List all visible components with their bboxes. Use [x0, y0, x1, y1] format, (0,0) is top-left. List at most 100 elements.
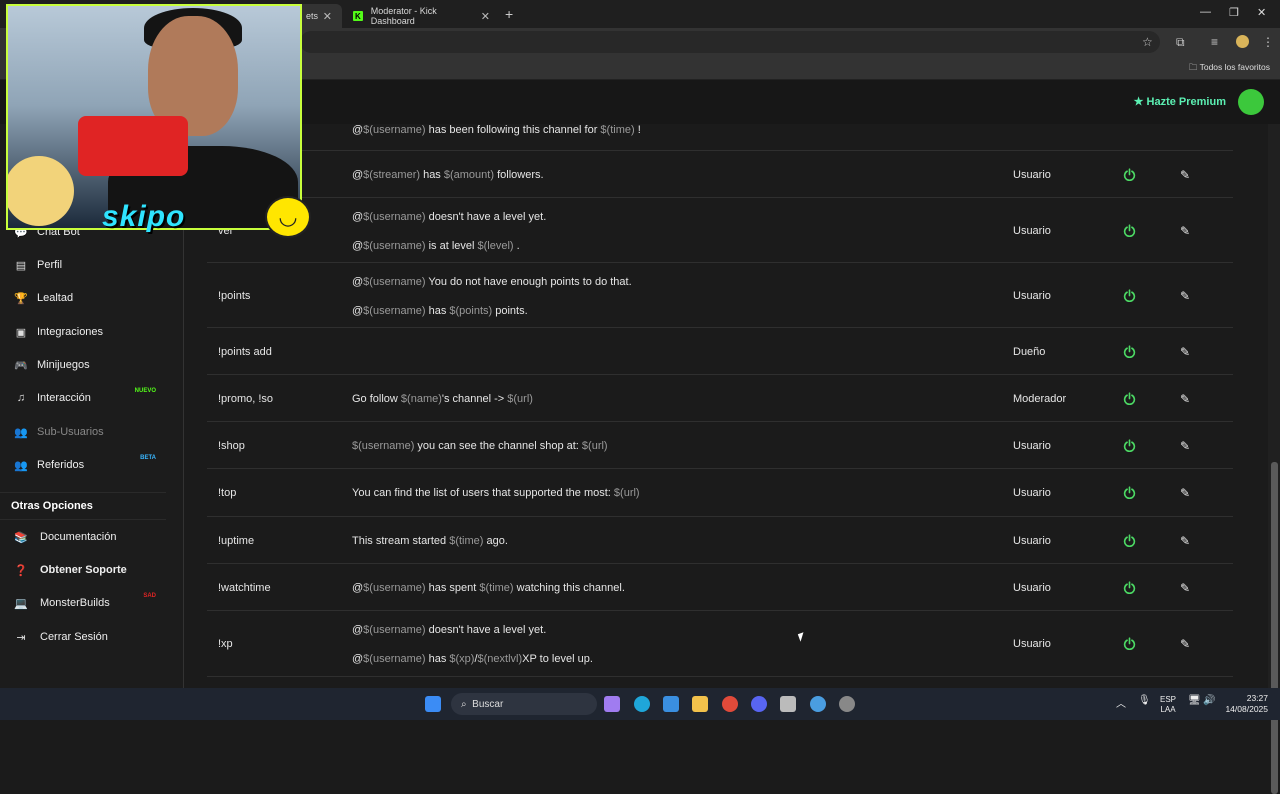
url-input[interactable] [300, 31, 1160, 53]
response-text: XP to level up. [522, 653, 593, 665]
sidebar-option[interactable]: 💻 MonsterBuilds SAD [0, 591, 166, 615]
sidebar-option[interactable]: ❓ Obtener Soporte [0, 558, 166, 582]
app-icon[interactable] [780, 696, 796, 712]
chrome-icon[interactable] [722, 696, 738, 712]
command-name: !shop [218, 439, 245, 452]
response-text: . [513, 240, 520, 252]
sidebar-item-label: Interacción [37, 392, 91, 404]
network-icon[interactable]: 🖥 [1188, 695, 1201, 706]
help-icon: ❓ [14, 564, 28, 577]
language-indicator[interactable]: ESP LAA [1160, 695, 1176, 715]
power-toggle-icon[interactable] [1123, 486, 1136, 499]
sidebar-item[interactable]: 🏆 Lealtad [0, 286, 166, 310]
power-toggle-icon[interactable] [1123, 344, 1136, 358]
power-toggle-icon[interactable] [1123, 580, 1136, 594]
sidebar-item[interactable]: ▣ Integraciones [0, 320, 166, 344]
edit-icon[interactable]: ✎ [1180, 534, 1190, 548]
sidebar-option[interactable]: 📚 Documentación [0, 525, 166, 549]
user-avatar[interactable] [1238, 89, 1264, 115]
command-response: @$(username) doesn't have a level yet. [352, 624, 546, 636]
command-role: Usuario [1013, 289, 1051, 302]
folder-icon[interactable] [692, 696, 708, 712]
referral-icon: 👥 [14, 459, 28, 472]
edit-icon[interactable]: ✎ [1180, 168, 1190, 182]
edit-icon[interactable]: ✎ [1180, 637, 1190, 651]
edit-icon[interactable]: ✎ [1180, 439, 1190, 453]
command-role: Moderador [1013, 392, 1067, 405]
table-row: !top You can find the list of users that … [207, 469, 1233, 517]
table-row: !xp @$(username) doesn't have a level yet… [207, 611, 1233, 677]
command-response: @$(streamer) has $(amount) followers. [352, 169, 544, 181]
edit-icon[interactable]: ✎ [1180, 486, 1190, 500]
lang-line-1: ESP [1160, 695, 1177, 704]
integrations-icon: ▣ [15, 326, 27, 339]
command-name: !watchtime [218, 581, 271, 594]
response-variable: $(url) [507, 392, 533, 405]
edge-icon[interactable] [634, 696, 650, 712]
edit-icon[interactable]: ✎ [1180, 289, 1190, 303]
tray-chevron-icon[interactable]: ︿ [1116, 695, 1126, 710]
menu-icon[interactable]: ⋮ [1262, 35, 1274, 49]
command-role: Usuario [1013, 638, 1051, 650]
command-response: You can find the list of users that supp… [352, 487, 640, 499]
response-variable: $(username) [363, 653, 426, 665]
store-icon[interactable] [663, 696, 679, 712]
edit-icon[interactable]: ✎ [1180, 581, 1190, 595]
new-tab-button[interactable]: + [505, 6, 513, 22]
profile-avatar-icon[interactable] [1236, 35, 1249, 48]
copilot-icon[interactable] [604, 696, 620, 712]
edit-icon[interactable]: ✎ [1180, 224, 1190, 238]
sidebar-item[interactable]: 👥 Referidos BETA [0, 453, 166, 477]
power-toggle-icon[interactable] [1123, 438, 1136, 452]
close-tab-icon[interactable]: ✕ [323, 10, 332, 23]
close-tab-icon[interactable]: ✕ [481, 10, 490, 23]
sidebar-item[interactable]: ▤ Perfil [0, 253, 166, 277]
response-variable: $(streamer) [363, 168, 421, 181]
taskbar-search[interactable]: ⌕ Buscar [451, 693, 597, 715]
minimize-icon[interactable]: — [1200, 6, 1211, 18]
edit-icon[interactable]: ✎ [1180, 345, 1190, 359]
power-toggle-icon[interactable] [1123, 288, 1136, 302]
lang-line-2: LAA [1160, 705, 1176, 714]
table-row: !points add Dueño ✎ [207, 328, 1233, 375]
extensions-icon[interactable]: ⧉ [1176, 35, 1185, 50]
response-variable: $(xp) [449, 653, 475, 665]
windows-start-icon[interactable] [425, 696, 441, 712]
sidebar-option[interactable]: ⇥ Cerrar Sesión [0, 625, 166, 649]
star-icon[interactable]: ☆ [1142, 35, 1153, 49]
response-variable: $(username) [352, 439, 415, 452]
browser-tab-1[interactable]: ets ✕ [296, 4, 342, 28]
obs-icon[interactable] [839, 696, 855, 712]
table-row: !shop $(username) you can see the channel… [207, 422, 1233, 469]
discord-icon[interactable] [751, 696, 767, 712]
close-window-icon[interactable]: ✕ [1257, 6, 1266, 19]
response-text: @ [352, 168, 364, 181]
response-text: @ [352, 276, 364, 288]
power-toggle-icon[interactable] [1123, 167, 1136, 181]
edit-icon[interactable]: ✎ [1180, 392, 1190, 406]
sidebar-item[interactable]: 🎮 Minijuegos [0, 353, 166, 377]
sidebar-option-label: Cerrar Sesión [40, 631, 108, 643]
power-toggle-icon[interactable] [1123, 223, 1136, 237]
media-icon[interactable]: ≡ [1211, 35, 1218, 49]
power-toggle-icon[interactable] [1123, 637, 1136, 650]
maximize-icon[interactable]: ❐ [1229, 6, 1239, 19]
power-toggle-icon[interactable] [1123, 533, 1136, 547]
response-variable: $(username) [363, 124, 426, 136]
response-text: @ [352, 211, 364, 223]
table-row: vel @$(username) doesn't have a level yet… [207, 198, 1233, 263]
power-toggle-icon[interactable] [1123, 391, 1136, 405]
response-text: is at level [425, 240, 478, 252]
clock[interactable]: 23:27 14/08/2025 [1225, 693, 1268, 715]
all-favorites-link[interactable]: 🗀 Todos los favoritos [1189, 62, 1270, 76]
response-text: 's channel -> [441, 392, 508, 405]
premium-button[interactable]: ★ Hazte Premium [1134, 95, 1226, 108]
scroll-thumb[interactable] [1271, 462, 1278, 794]
browser-tab-2[interactable]: K Moderator - Kick Dashboard ✕ [343, 4, 500, 28]
scrollbar[interactable] [1268, 124, 1280, 794]
chrome-active-icon[interactable] [810, 696, 826, 712]
volume-icon[interactable]: 🔊 [1203, 695, 1215, 706]
mic-icon[interactable]: 🎙 [1138, 695, 1151, 706]
sidebar-item[interactable]: ♫ Interacción NUEVO [0, 386, 166, 410]
sidebar-item[interactable]: 👥 Sub-Usuarios [0, 420, 166, 444]
